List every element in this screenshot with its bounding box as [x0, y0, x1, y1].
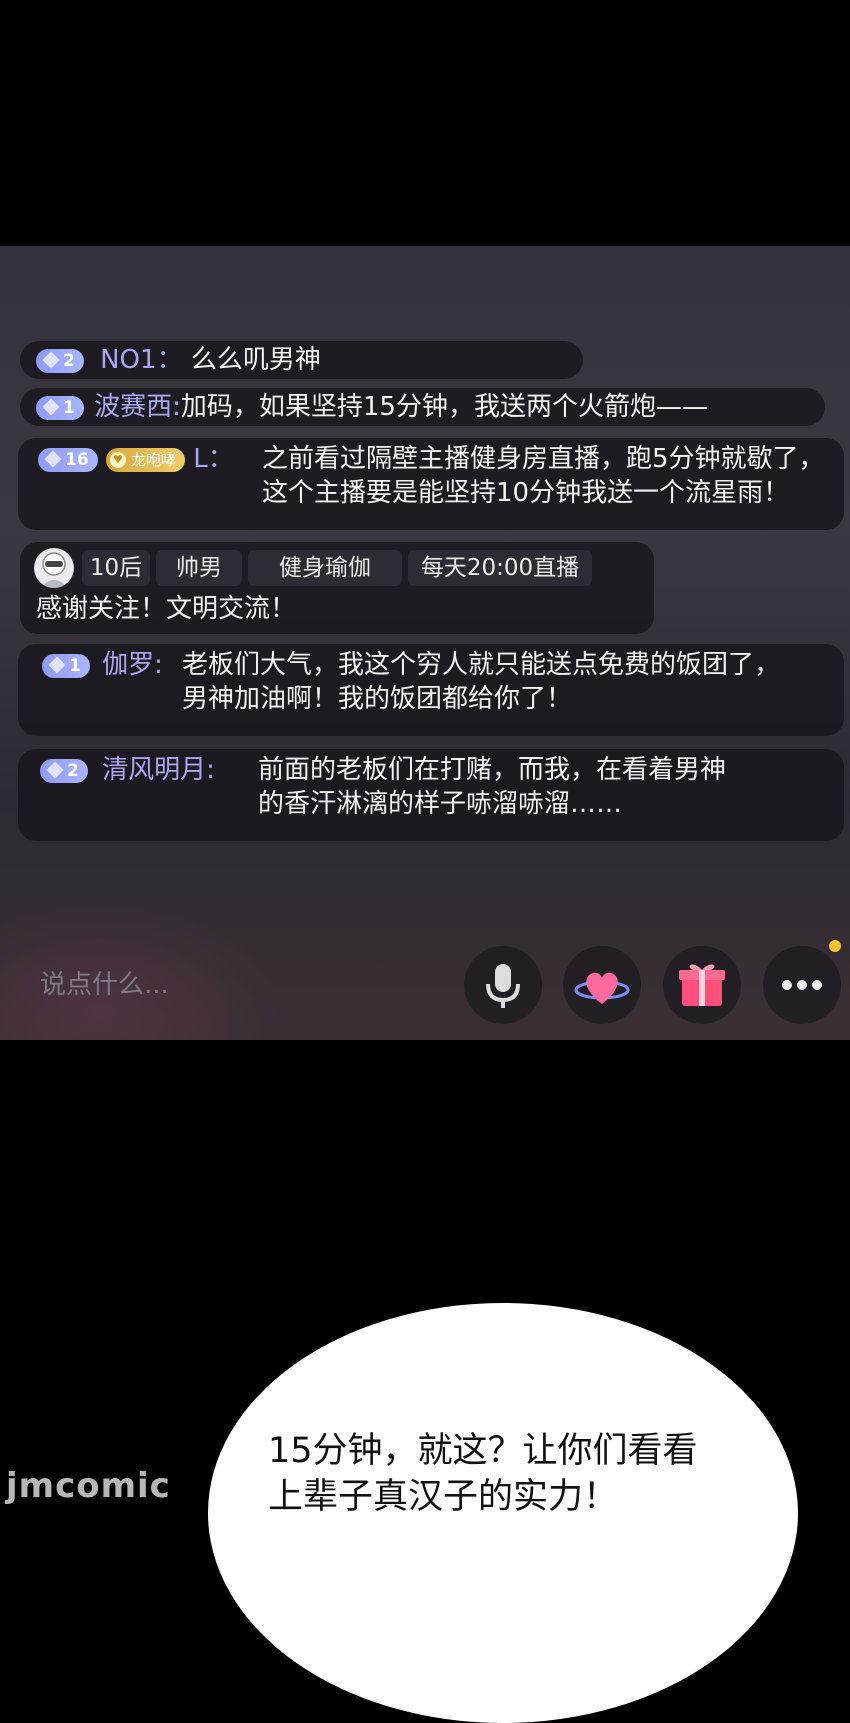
- chat-username[interactable]: 波赛西:: [94, 392, 181, 422]
- level-badge: 2: [40, 758, 88, 783]
- level-badge: 16: [38, 447, 98, 472]
- like-button[interactable]: [563, 946, 641, 1024]
- chat-input-bar: 说点什么...: [0, 938, 850, 1028]
- more-icon: [782, 980, 822, 990]
- diamond-icon: [42, 398, 60, 416]
- host-tag: 每天20:00直播: [408, 550, 592, 586]
- diamond-icon: [42, 351, 60, 369]
- live-chat-panel: 2 NO1： 么么叽男神 1 波赛西:加码，如果坚持15分钟，我送两个火箭炮——…: [0, 246, 850, 1040]
- chat-message: 1 伽罗: 老板们大气，我这个穷人就只能送点免费的饭团了， 男神加油啊！我的饭团…: [18, 644, 844, 736]
- microphone-button[interactable]: [464, 946, 542, 1024]
- level-badge: 1: [42, 653, 90, 678]
- chat-text: 加码，如果坚持15分钟，我送两个火箭炮——: [180, 392, 708, 422]
- chat-text-line: 这个主播要是能坚持10分钟我送一个流星雨！: [262, 478, 790, 508]
- heart-icon: [574, 972, 630, 1004]
- chat-text: 么么叽男神: [190, 345, 321, 375]
- chat-message: 2 NO1： 么么叽男神: [20, 341, 583, 379]
- diamond-icon: [44, 450, 62, 468]
- microphone-icon: [486, 964, 520, 1008]
- chat-username[interactable]: 伽罗:: [102, 650, 163, 680]
- speech-line: 上辈子真汉子的实力！: [268, 1477, 619, 1517]
- speech-bubble-text: 15分钟，就这？让你们看看 上辈子真汉子的实力！: [268, 1428, 768, 1520]
- level-badge: 2: [36, 348, 84, 373]
- chat-text-line: 之前看过隔壁主播健身房直播，跑5分钟就歇了，: [262, 444, 825, 474]
- diamond-icon: [48, 656, 66, 674]
- chat-message: 1 波赛西:加码，如果坚持15分钟，我送两个火箭炮——: [20, 388, 825, 426]
- host-tag: 健身瑜伽: [248, 550, 402, 586]
- chat-text-line: 的香汗淋漓的样子哧溜哧溜……: [258, 789, 623, 819]
- host-tag: 10后: [82, 550, 150, 586]
- chat-text-line: 男神加油啊！我的饭团都给你了！: [182, 684, 573, 714]
- host-info-card: 10后 帅男 健身瑜伽 每天20:00直播 感谢关注！文明交流！: [20, 542, 654, 634]
- notification-dot: [829, 940, 841, 952]
- chat-text-line: 前面的老板们在打赌，而我，在看着男神: [258, 755, 727, 785]
- level-badge: 1: [36, 395, 84, 420]
- gift-button[interactable]: [663, 946, 741, 1024]
- watermark: jmcomic: [6, 1466, 171, 1506]
- chat-username[interactable]: NO1：: [100, 345, 182, 375]
- host-notice: 感谢关注！文明交流！: [36, 594, 297, 624]
- chat-text-line: 老板们大气，我这个穷人就只能送点免费的饭团了，: [182, 650, 781, 680]
- chat-message: 2 清风明月: 前面的老板们在打赌，而我，在看着男神 的香汗淋漓的样子哧溜哧溜……: [18, 749, 844, 841]
- fan-badge: ♥ 龙咆哮: [105, 447, 185, 472]
- chat-username[interactable]: L：: [193, 444, 234, 474]
- host-tag: 帅男: [156, 550, 242, 586]
- chat-username[interactable]: 清风明月:: [102, 755, 215, 785]
- chat-message: 16 ♥ 龙咆哮 L： 之前看过隔壁主播健身房直播，跑5分钟就歇了， 这个主播要是…: [18, 438, 844, 530]
- speech-line: 15分钟，就这？让你们看看: [268, 1431, 698, 1471]
- avatar[interactable]: [34, 548, 74, 588]
- gift-icon: [679, 964, 725, 1006]
- diamond-icon: [46, 761, 64, 779]
- more-button[interactable]: [763, 946, 841, 1024]
- heart-badge-icon: ♥: [109, 452, 126, 468]
- chat-input[interactable]: 说点什么...: [40, 964, 169, 1001]
